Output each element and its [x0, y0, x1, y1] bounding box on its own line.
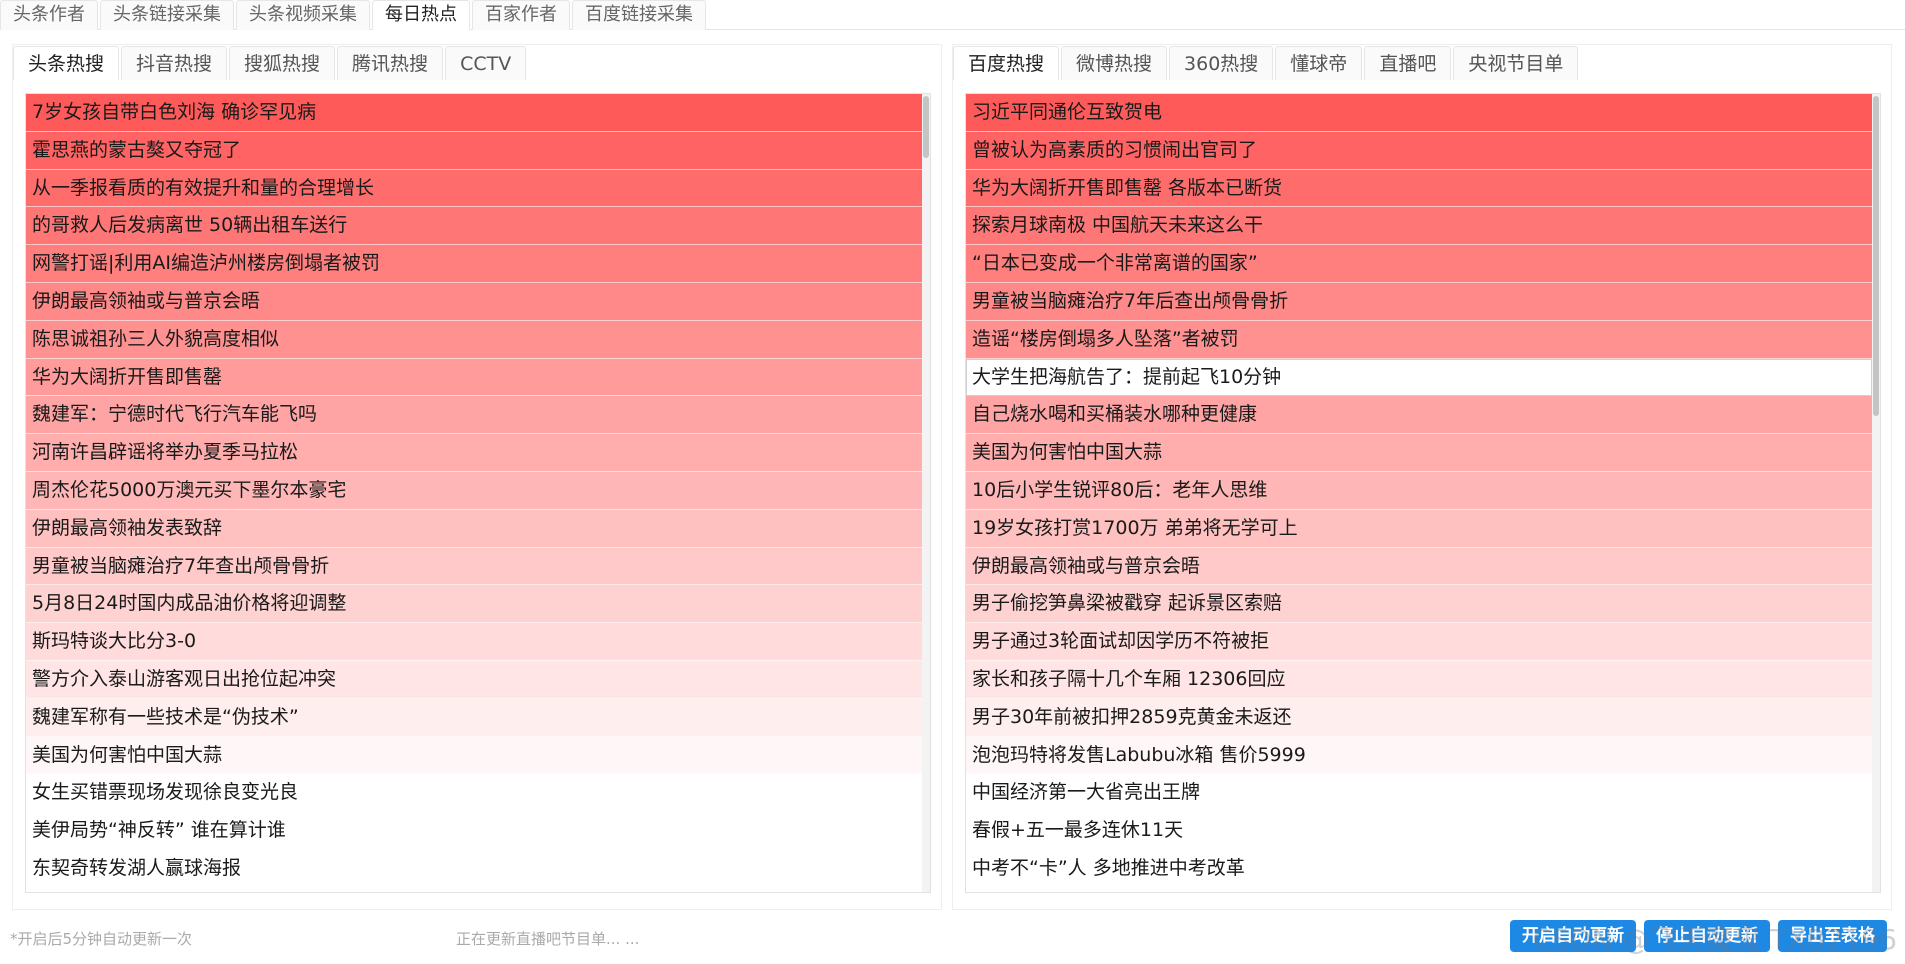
hotlist-item[interactable]: 魏建军：宁德时代飞行汽车能飞吗 — [26, 396, 922, 435]
footer-buttons: 开启自动更新 停止自动更新 导出至表格 — [1502, 920, 1887, 952]
source-tab[interactable]: 360热搜 — [1169, 46, 1274, 80]
hotlist-item[interactable]: 7岁女孩自带白色刘海 确诊罕见病 — [26, 94, 922, 132]
right-scrollbar[interactable] — [1872, 94, 1880, 892]
right-hotlist: 习近平同通伦互致贺电 曾被认为高素质的习惯闹出官司了 华为大阔折开售即售罄 各版本已… — [966, 94, 1872, 888]
hotlist-item[interactable]: 美伊局势“神反转” 谁在算计谁 — [26, 812, 922, 850]
source-tab[interactable]: 直播吧 — [1364, 46, 1452, 80]
hotlist-item[interactable]: 自己烧水喝和买桶装水哪种更健康 — [966, 396, 1872, 435]
hotlist-item[interactable]: 魏建军称有一些技术是“伪技术” — [26, 698, 922, 737]
update-status-text: 正在更新直播吧节目单... ... — [456, 930, 640, 948]
hotlist-item[interactable]: 男子通过3轮面试却因学历不符被拒 — [966, 623, 1872, 661]
start-auto-update-button[interactable]: 开启自动更新 — [1510, 920, 1636, 952]
right-scroll-thumb[interactable] — [1873, 96, 1879, 416]
hotlist-item[interactable]: 女生买错票现场发现徐良变光良 — [26, 774, 922, 813]
hotlist-item[interactable]: 造谣“楼房倒塌多人坠落”者被罚 — [966, 320, 1872, 359]
left-hotlist-panel: 头条热搜 抖音热搜 搜狐热搜 腾讯热搜 CCTV 7岁女孩自带白色刘海 确诊罕见病 霍思燕… — [12, 44, 942, 910]
hotlist-item[interactable]: 中国经济第一大省亮出王牌 — [966, 774, 1872, 813]
hotlist-item[interactable]: 霍思燕的蒙古獒又夺冠了 — [26, 131, 922, 170]
hotlist-item[interactable]: 的哥救人后发病离世 50辆出租车送行 — [26, 207, 922, 246]
left-hotlist: 7岁女孩自带白色刘海 确诊罕见病 霍思燕的蒙古獒又夺冠了 从一季报看质的有效提升和量… — [26, 94, 922, 888]
top-nav-tabs: 头条作者 头条链接采集 头条视频采集 每日热点 百家作者 百度链接采集 — [0, 0, 1905, 30]
hotlist-item[interactable]: 习近平同通伦互致贺电 — [966, 94, 1872, 132]
left-scroll-thumb[interactable] — [923, 96, 929, 158]
hotlist-item[interactable]: 中考不“卡”人 多地推进中考改革 — [966, 849, 1872, 888]
hotlist-item[interactable]: 探索月球南极 中国航天未来这么干 — [966, 207, 1872, 246]
hotlist-item[interactable]: 泡泡玛特将发售Labubu冰箱 售价5999 — [966, 736, 1872, 775]
hotlist-item[interactable]: “日本已变成一个非常离谱的国家” — [966, 245, 1872, 283]
hotlist-item[interactable]: 河南许昌辟谣将举办夏季马拉松 — [26, 434, 922, 472]
source-tab[interactable]: 搜狐热搜 — [229, 46, 336, 80]
left-scrollbar[interactable] — [922, 94, 930, 892]
hotlist-item[interactable]: 春假+五一最多连休11天 — [966, 812, 1872, 850]
hotlist-item[interactable]: 伊朗最高领袖发表致辞 — [26, 509, 922, 548]
left-source-tabs: 头条热搜 抖音热搜 搜狐热搜 腾讯热搜 CCTV — [13, 46, 941, 82]
top-tab[interactable]: 百家作者 — [472, 0, 570, 30]
hotlist-item[interactable]: 网警打谣|利用AI编造泸州楼房倒塌者被罚 — [26, 245, 922, 283]
hotlist-item[interactable]: 曾被认为高素质的习惯闹出官司了 — [966, 131, 1872, 170]
hotlist-item[interactable]: 19岁女孩打赏1700万 弟弟将无学可上 — [966, 509, 1872, 548]
hotlist-item[interactable]: 陈思诚祖孙三人外貌高度相似 — [26, 320, 922, 359]
hotlist-item[interactable]: 大学生把海航告了：提前起飞10分钟 — [966, 358, 1872, 397]
export-to-sheet-button[interactable]: 导出至表格 — [1778, 920, 1887, 952]
source-tab[interactable]: CCTV — [445, 46, 527, 80]
source-tab[interactable]: 抖音热搜 — [121, 46, 228, 80]
source-tab[interactable]: 懂球帝 — [1275, 46, 1363, 80]
top-tab[interactable]: 头条视频采集 — [236, 0, 370, 30]
hotlist-item[interactable]: 美国为何害怕中国大蒜 — [966, 434, 1872, 472]
source-tab[interactable]: 百度热搜 — [953, 46, 1060, 80]
top-tab[interactable]: 头条作者 — [0, 0, 98, 30]
hotlist-item[interactable]: 男子30年前被扣押2859克黄金未返还 — [966, 698, 1872, 737]
hotlist-item[interactable]: 警方介入泰山游客观日出抢位起冲突 — [26, 660, 922, 699]
top-tab[interactable]: 每日热点 — [372, 0, 470, 30]
left-hotlist-box[interactable]: 7岁女孩自带白色刘海 确诊罕见病 霍思燕的蒙古獒又夺冠了 从一季报看质的有效提升和量… — [25, 93, 931, 893]
hotlist-item[interactable]: 伊朗最高领袖或与普京会晤 — [26, 282, 922, 321]
hotlist-item[interactable]: 华为大阔折开售即售罄 各版本已断货 — [966, 169, 1872, 208]
hotlist-item[interactable]: 男童被当脑瘫治疗7年后查出颅骨骨折 — [966, 282, 1872, 321]
source-tab[interactable]: 央视节目单 — [1453, 46, 1579, 80]
hotlist-item[interactable]: 斯玛特谈大比分3-0 — [26, 623, 922, 661]
hotlist-item[interactable]: 10后小学生锐评80后：老年人思维 — [966, 471, 1872, 510]
hotlist-item[interactable]: 伊朗最高领袖或与普京会晤 — [966, 547, 1872, 586]
hotlist-item[interactable]: 华为大阔折开售即售罄 — [26, 358, 922, 397]
top-tab[interactable]: 百度链接采集 — [572, 0, 706, 30]
right-hotlist-panel: 百度热搜 微博热搜 360热搜 懂球帝 直播吧 央视节目单 习近平同通伦互致贺电 曾被认为高… — [952, 44, 1892, 910]
hotlist-item[interactable]: 美国为何害怕中国大蒜 — [26, 736, 922, 775]
source-tab[interactable]: 头条热搜 — [13, 46, 120, 80]
top-tab[interactable]: 头条链接采集 — [100, 0, 234, 30]
hotlist-item[interactable]: 5月8日24时国内成品油价格将迎调整 — [26, 585, 922, 624]
right-source-tabs: 百度热搜 微博热搜 360热搜 懂球帝 直播吧 央视节目单 — [953, 46, 1891, 82]
right-hotlist-box[interactable]: 习近平同通伦互致贺电 曾被认为高素质的习惯闹出官司了 华为大阔折开售即售罄 各版本已… — [965, 93, 1881, 893]
hotlist-item[interactable]: 男子偷挖笋鼻梁被戳穿 起诉景区索赔 — [966, 585, 1872, 624]
auto-update-note: *开启后5分钟自动更新一次 — [10, 930, 193, 948]
hotlist-item[interactable]: 东契奇转发湖人赢球海报 — [26, 849, 922, 888]
hotlist-item[interactable]: 男童被当脑瘫治疗7年查出颅骨骨折 — [26, 547, 922, 586]
stop-auto-update-button[interactable]: 停止自动更新 — [1644, 920, 1770, 952]
source-tab[interactable]: 微博热搜 — [1061, 46, 1168, 80]
hotlist-item[interactable]: 家长和孩子隔十几个车厢 12306回应 — [966, 660, 1872, 699]
source-tab[interactable]: 腾讯热搜 — [337, 46, 444, 80]
hotlist-item[interactable]: 从一季报看质的有效提升和量的合理增长 — [26, 169, 922, 208]
hotlist-item[interactable]: 周杰伦花5000万澳元买下墨尔本豪宅 — [26, 471, 922, 510]
